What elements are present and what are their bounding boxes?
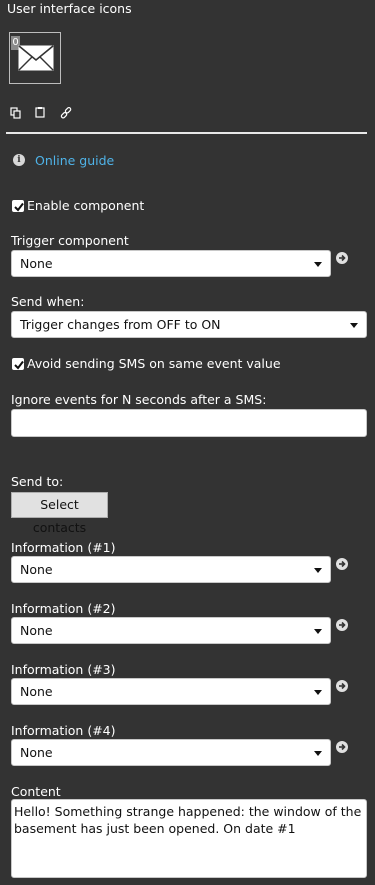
information-1-select[interactable]: None: [11, 556, 331, 583]
information-1-label: Information (#1): [11, 540, 116, 555]
checkmark-icon: [14, 202, 24, 212]
information-4-label: Information (#4): [11, 723, 116, 738]
checkmark-icon: [14, 360, 24, 370]
information-2-label: Information (#2): [11, 601, 116, 616]
content-textarea[interactable]: Hello! Something strange happened: the w…: [11, 799, 367, 878]
information-4-value: None: [20, 745, 53, 760]
information-3-label: Information (#3): [11, 662, 116, 677]
information-3-value: None: [20, 684, 53, 699]
online-guide-link[interactable]: Online guide: [35, 153, 114, 168]
avoid-sms-label: Avoid sending SMS on same event value: [27, 356, 281, 371]
information-1-value: None: [20, 562, 53, 577]
send-when-label: Send when:: [11, 294, 85, 309]
go-to-information-3-icon[interactable]: [336, 680, 348, 692]
info-icon: i: [13, 154, 25, 166]
send-to-label: Send to:: [11, 474, 64, 489]
paste-icon[interactable]: [34, 106, 46, 118]
ignore-seconds-input[interactable]: [11, 409, 367, 437]
go-to-information-2-icon[interactable]: [336, 619, 348, 631]
trigger-component-select[interactable]: None: [11, 250, 331, 277]
divider: [6, 132, 367, 134]
chevron-down-icon: [314, 568, 322, 573]
information-2-value: None: [20, 623, 53, 638]
link-icon[interactable]: [60, 107, 72, 119]
chevron-down-icon: [314, 751, 322, 756]
information-3-select[interactable]: None: [11, 678, 331, 705]
send-when-select[interactable]: Trigger changes from OFF to ON: [11, 311, 367, 338]
avoid-sms-checkbox[interactable]: [12, 358, 24, 370]
send-when-value: Trigger changes from OFF to ON: [20, 317, 221, 332]
information-4-select[interactable]: None: [11, 739, 331, 766]
information-2-select[interactable]: None: [11, 617, 331, 644]
enable-component-checkbox[interactable]: [12, 200, 24, 212]
select-contacts-button[interactable]: Select contacts: [11, 492, 108, 535]
go-to-trigger-icon[interactable]: [336, 252, 348, 264]
chevron-down-icon: [314, 690, 322, 695]
icon-preview[interactable]: 0: [9, 32, 61, 84]
go-to-information-1-icon[interactable]: [336, 558, 348, 570]
trigger-component-label: Trigger component: [11, 233, 129, 248]
chevron-down-icon: [314, 629, 322, 634]
trigger-component-value: None: [20, 256, 53, 271]
enable-component-label: Enable component: [27, 198, 145, 213]
section-title: User interface icons: [7, 1, 132, 16]
chevron-down-icon: [314, 262, 322, 267]
copy-icon[interactable]: [10, 107, 22, 119]
chevron-down-icon: [350, 323, 358, 328]
ignore-events-label: Ignore events for N seconds after a SMS:: [11, 392, 267, 407]
content-label: Content: [11, 784, 61, 799]
go-to-information-4-icon[interactable]: [336, 741, 348, 753]
envelope-icon: [18, 45, 54, 71]
